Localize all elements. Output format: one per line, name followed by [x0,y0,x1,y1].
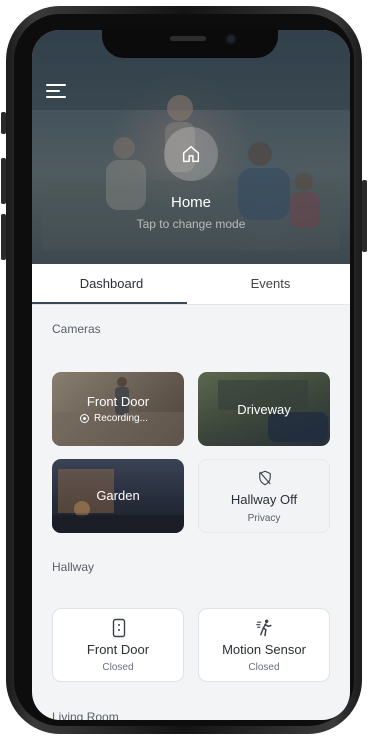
device-name: Motion Sensor [222,642,306,657]
motion-walk-icon [256,619,272,637]
mode-hint[interactable]: Tap to change mode [32,217,350,231]
app-screen: Home Tap to change mode Dashboard Events… [32,30,350,720]
recording-label: Recording... [94,413,148,424]
camera-card-driveway[interactable]: Driveway [198,372,330,446]
door-sensor-icon [112,618,126,638]
device-state: Closed [248,662,280,673]
device-state: Closed [102,662,134,673]
camera-name: Garden [96,488,140,503]
front-camera [227,35,235,43]
mode-button[interactable] [164,127,218,181]
camera-name: Driveway [237,402,291,417]
power-button [362,180,367,252]
shield-off-icon [259,470,271,486]
tab-dashboard[interactable]: Dashboard [32,264,191,304]
camera-card-garden[interactable]: Garden [52,459,184,533]
tab-events[interactable]: Events [191,264,350,304]
camera-thumbnail [52,372,184,446]
device-card-front-door[interactable]: Front Door Closed [52,608,184,682]
active-tab-indicator [32,302,187,304]
tab-bar: Dashboard Events [32,264,350,305]
camera-name: Hallway Off [230,492,298,507]
camera-card-hallway[interactable]: Hallway Off Privacy [198,459,330,533]
recording-status: Recording... [80,413,148,424]
section-title-hallway: Hallway [52,560,95,574]
device-name: Front Door [86,642,150,657]
home-icon [182,145,200,163]
phone-frame: Home Tap to change mode Dashboard Events… [0,0,368,736]
hamburger-menu-icon[interactable] [46,84,66,98]
device-card-motion-sensor[interactable]: Motion Sensor Closed [198,608,330,682]
section-title-living-room: Living Room [52,710,119,720]
camera-name: Front Door [86,394,150,409]
record-icon [80,414,89,423]
section-title-cameras: Cameras [52,322,101,336]
camera-status: Privacy [247,513,281,524]
phone-notch [102,28,278,58]
earpiece-speaker [170,36,206,41]
mode-title: Home [170,194,211,211]
camera-card-front-door[interactable]: Front Door Recording... [52,372,184,446]
hero-header: Home Tap to change mode [32,30,350,264]
